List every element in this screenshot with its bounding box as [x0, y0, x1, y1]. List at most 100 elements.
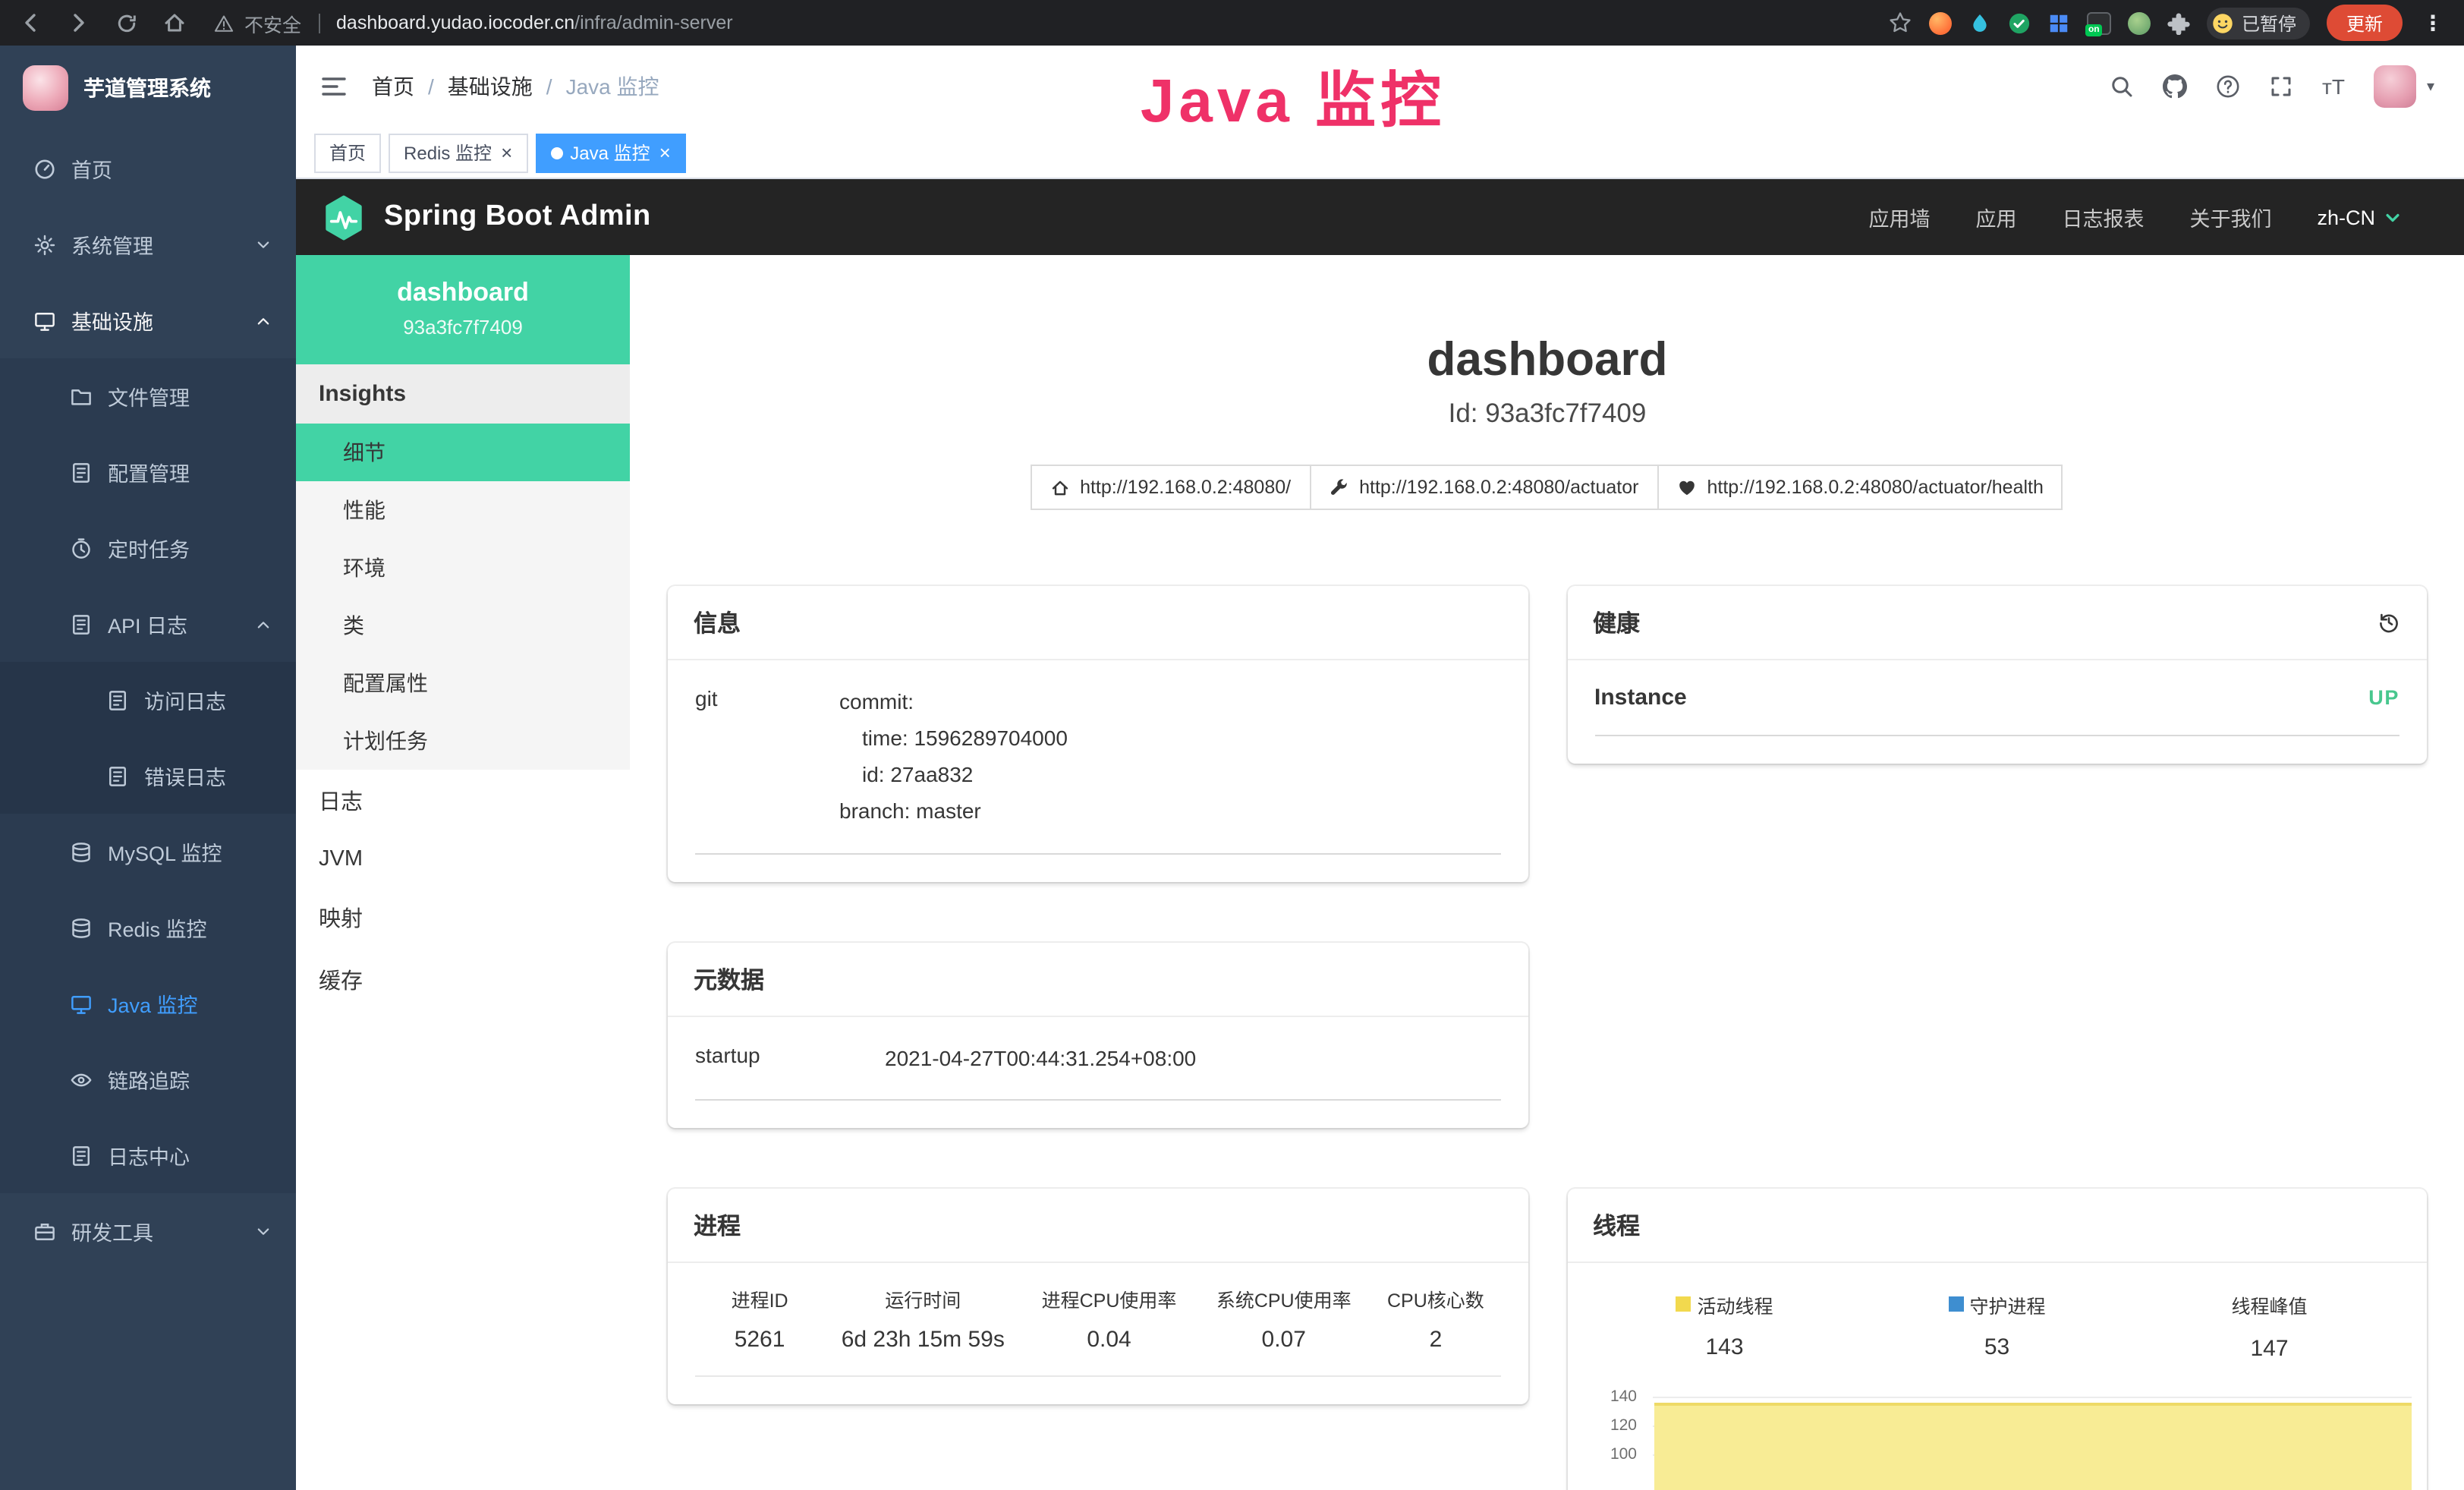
tab-redis-monitor[interactable]: Redis 监控×	[389, 133, 527, 172]
sba-item-logs[interactable]: 日志	[296, 770, 630, 832]
browser-extension-icon[interactable]	[2047, 11, 2070, 34]
process-table-header: 进程ID 运行时间 进程CPU使用率 系统CPU使用率 CPU核心数	[695, 1268, 1500, 1326]
sba-language-select[interactable]: zh-CN	[2317, 206, 2401, 228]
bookmark-star-icon[interactable]	[1888, 11, 1912, 35]
sba-nav-wall[interactable]: 应用墙	[1868, 202, 1930, 232]
profile-paused-badge[interactable]: 已暂停	[2207, 7, 2310, 39]
close-icon[interactable]: ×	[659, 143, 671, 162]
breadcrumb-item[interactable]: 基础设施	[448, 71, 533, 102]
github-icon[interactable]	[2163, 74, 2187, 99]
extensions-puzzle-icon[interactable]	[2167, 11, 2190, 34]
sba-item-classes[interactable]: 类	[296, 597, 630, 654]
process-table-values: 5261 6d 23h 15m 59s 0.04 0.07 2	[695, 1326, 1500, 1356]
tab-home[interactable]: 首页	[314, 133, 381, 172]
history-refresh-icon[interactable]	[2377, 610, 2401, 635]
status-badge: UP	[2368, 686, 2399, 709]
sidebar-item-java-monitor[interactable]: Java 监控	[0, 966, 296, 1041]
user-avatar[interactable]	[2374, 65, 2416, 108]
sidebar-item-system-management[interactable]: 系统管理	[0, 206, 296, 282]
font-size-icon[interactable]: тT	[2322, 74, 2345, 99]
breadcrumb-item-current: Java 监控	[566, 71, 659, 102]
sba-item-jvm[interactable]: JVM	[296, 832, 630, 887]
forward-icon[interactable]	[67, 11, 91, 35]
sba-content: dashboard Id: 93a3fc7f7409 http://192.16…	[630, 255, 2464, 1490]
app-logo[interactable]: 芋道管理系统	[0, 46, 296, 131]
card-title: 健康	[1593, 606, 1640, 639]
address-bar[interactable]: 不安全 dashboard.yudao.iocoder.cn/infra/adm…	[214, 8, 1888, 37]
cards-grid: 信息 git commit: time: 1596289704000 id: 2…	[668, 586, 2427, 1490]
hamburger-icon[interactable]	[296, 73, 372, 100]
back-icon[interactable]	[18, 11, 42, 35]
health-row-instance[interactable]: Instance UP	[1594, 660, 2399, 736]
browser-menu-icon[interactable]: ⋮	[2419, 10, 2447, 36]
y-axis-tick: 120	[1585, 1417, 1637, 1432]
help-icon[interactable]	[2216, 74, 2240, 99]
document-icon	[106, 764, 129, 787]
breadcrumb-item[interactable]: 首页	[372, 71, 414, 102]
instance-header[interactable]: dashboard 93a3fc7f7409	[296, 255, 630, 364]
y-axis-tick: 140	[1585, 1388, 1637, 1403]
address-separator	[318, 13, 319, 33]
sba-insights-items: 细节 性能 环境 类 配置属性 计划任务	[296, 424, 630, 770]
sidebar-item-file-management[interactable]: 文件管理	[0, 358, 296, 434]
sidebar-item-home[interactable]: 首页	[0, 131, 296, 206]
legend-active-threads: 活动线程 143	[1588, 1290, 1861, 1361]
document-icon	[106, 688, 129, 711]
instance-name: dashboard	[308, 278, 618, 308]
info-value: commit: time: 1596289704000 id: 27aa832 …	[839, 683, 1068, 830]
monitor-icon	[33, 309, 56, 332]
sba-item-scheduled-tasks[interactable]: 计划任务	[296, 712, 630, 770]
sba-nav-journal[interactable]: 日志报表	[2062, 202, 2144, 232]
sidebar-item-error-logs[interactable]: 错误日志	[0, 738, 296, 814]
instance-link-home[interactable]: http://192.168.0.2:48080/	[1030, 465, 1311, 510]
reload-icon[interactable]	[115, 11, 138, 34]
sba-item-details[interactable]: 细节	[296, 424, 630, 481]
browser-home-icon[interactable]	[162, 11, 187, 35]
browser-extension-icon[interactable]	[1968, 11, 1991, 34]
sba-nav-applications[interactable]: 应用	[1975, 202, 2016, 232]
close-icon[interactable]: ×	[501, 143, 512, 162]
sidebar-item-log-center[interactable]: 日志中心	[0, 1117, 296, 1193]
chevron-down-icon	[255, 236, 272, 253]
sidebar-item-api-logs[interactable]: API 日志	[0, 586, 296, 662]
sba-nav-about[interactable]: 关于我们	[2189, 202, 2271, 232]
sidebar-item-trace[interactable]: 链路追踪	[0, 1041, 296, 1117]
sidebar-item-infrastructure[interactable]: 基础设施	[0, 282, 296, 358]
gridline	[1652, 1396, 2412, 1397]
avatar-caret-icon[interactable]: ▾	[2427, 78, 2434, 95]
legend-swatch-yellow	[1676, 1296, 1691, 1312]
app-logo-image	[23, 65, 68, 111]
threads-legend: 活动线程 143 守护进程 53 线程峰值 147	[1588, 1290, 2406, 1361]
browser-extension-icon[interactable]: on	[2087, 11, 2111, 34]
y-axis-tick: 100	[1585, 1446, 1637, 1461]
app-sidebar: 芋道管理系统 首页 系统管理 基础设施 文件管理 配置管理 定时任务 API 日…	[0, 46, 296, 1490]
legend-peak-threads: 线程峰值 147	[2133, 1290, 2406, 1361]
sba-item-performance[interactable]: 性能	[296, 481, 630, 539]
sidebar-item-redis-monitor[interactable]: Redis 监控	[0, 890, 296, 966]
spring-boot-admin-logo-icon	[320, 194, 367, 241]
home-icon	[1049, 477, 1069, 497]
sba-item-mappings[interactable]: 映射	[296, 887, 630, 949]
sidebar-item-dev-tools[interactable]: 研发工具	[0, 1193, 296, 1269]
info-row-git: git commit: time: 1596289704000 id: 27aa…	[695, 660, 1500, 854]
browser-extension-icon[interactable]	[1929, 11, 1952, 34]
sba-navbar: Spring Boot Admin 应用墙 应用 日志报表 关于我们 zh-CN	[296, 179, 2464, 255]
instance-link-health[interactable]: http://192.168.0.2:48080/actuator/health	[1657, 465, 2063, 510]
search-icon[interactable]	[2110, 74, 2134, 99]
sidebar-item-config-management[interactable]: 配置管理	[0, 434, 296, 510]
instance-link-actuator[interactable]: http://192.168.0.2:48080/actuator	[1309, 465, 1658, 510]
sidebar-item-scheduled-tasks[interactable]: 定时任务	[0, 510, 296, 586]
fullscreen-icon[interactable]	[2269, 74, 2293, 99]
sba-item-config-props[interactable]: 配置属性	[296, 654, 630, 712]
tab-java-monitor[interactable]: Java 监控×	[535, 133, 686, 172]
browser-extension-icon[interactable]	[2008, 11, 2031, 34]
page-title: dashboard	[668, 331, 2427, 387]
sidebar-item-access-logs[interactable]: 访问日志	[0, 662, 296, 738]
browser-extension-icon[interactable]	[2128, 11, 2151, 34]
app-title: 芋道管理系统	[83, 73, 211, 103]
sba-item-caches[interactable]: 缓存	[296, 949, 630, 1011]
sba-item-environment[interactable]: 环境	[296, 539, 630, 597]
sidebar-item-mysql-monitor[interactable]: MySQL 监控	[0, 814, 296, 890]
card-title: 进程	[694, 1208, 741, 1241]
chrome-update-button[interactable]: 更新	[2327, 5, 2403, 41]
